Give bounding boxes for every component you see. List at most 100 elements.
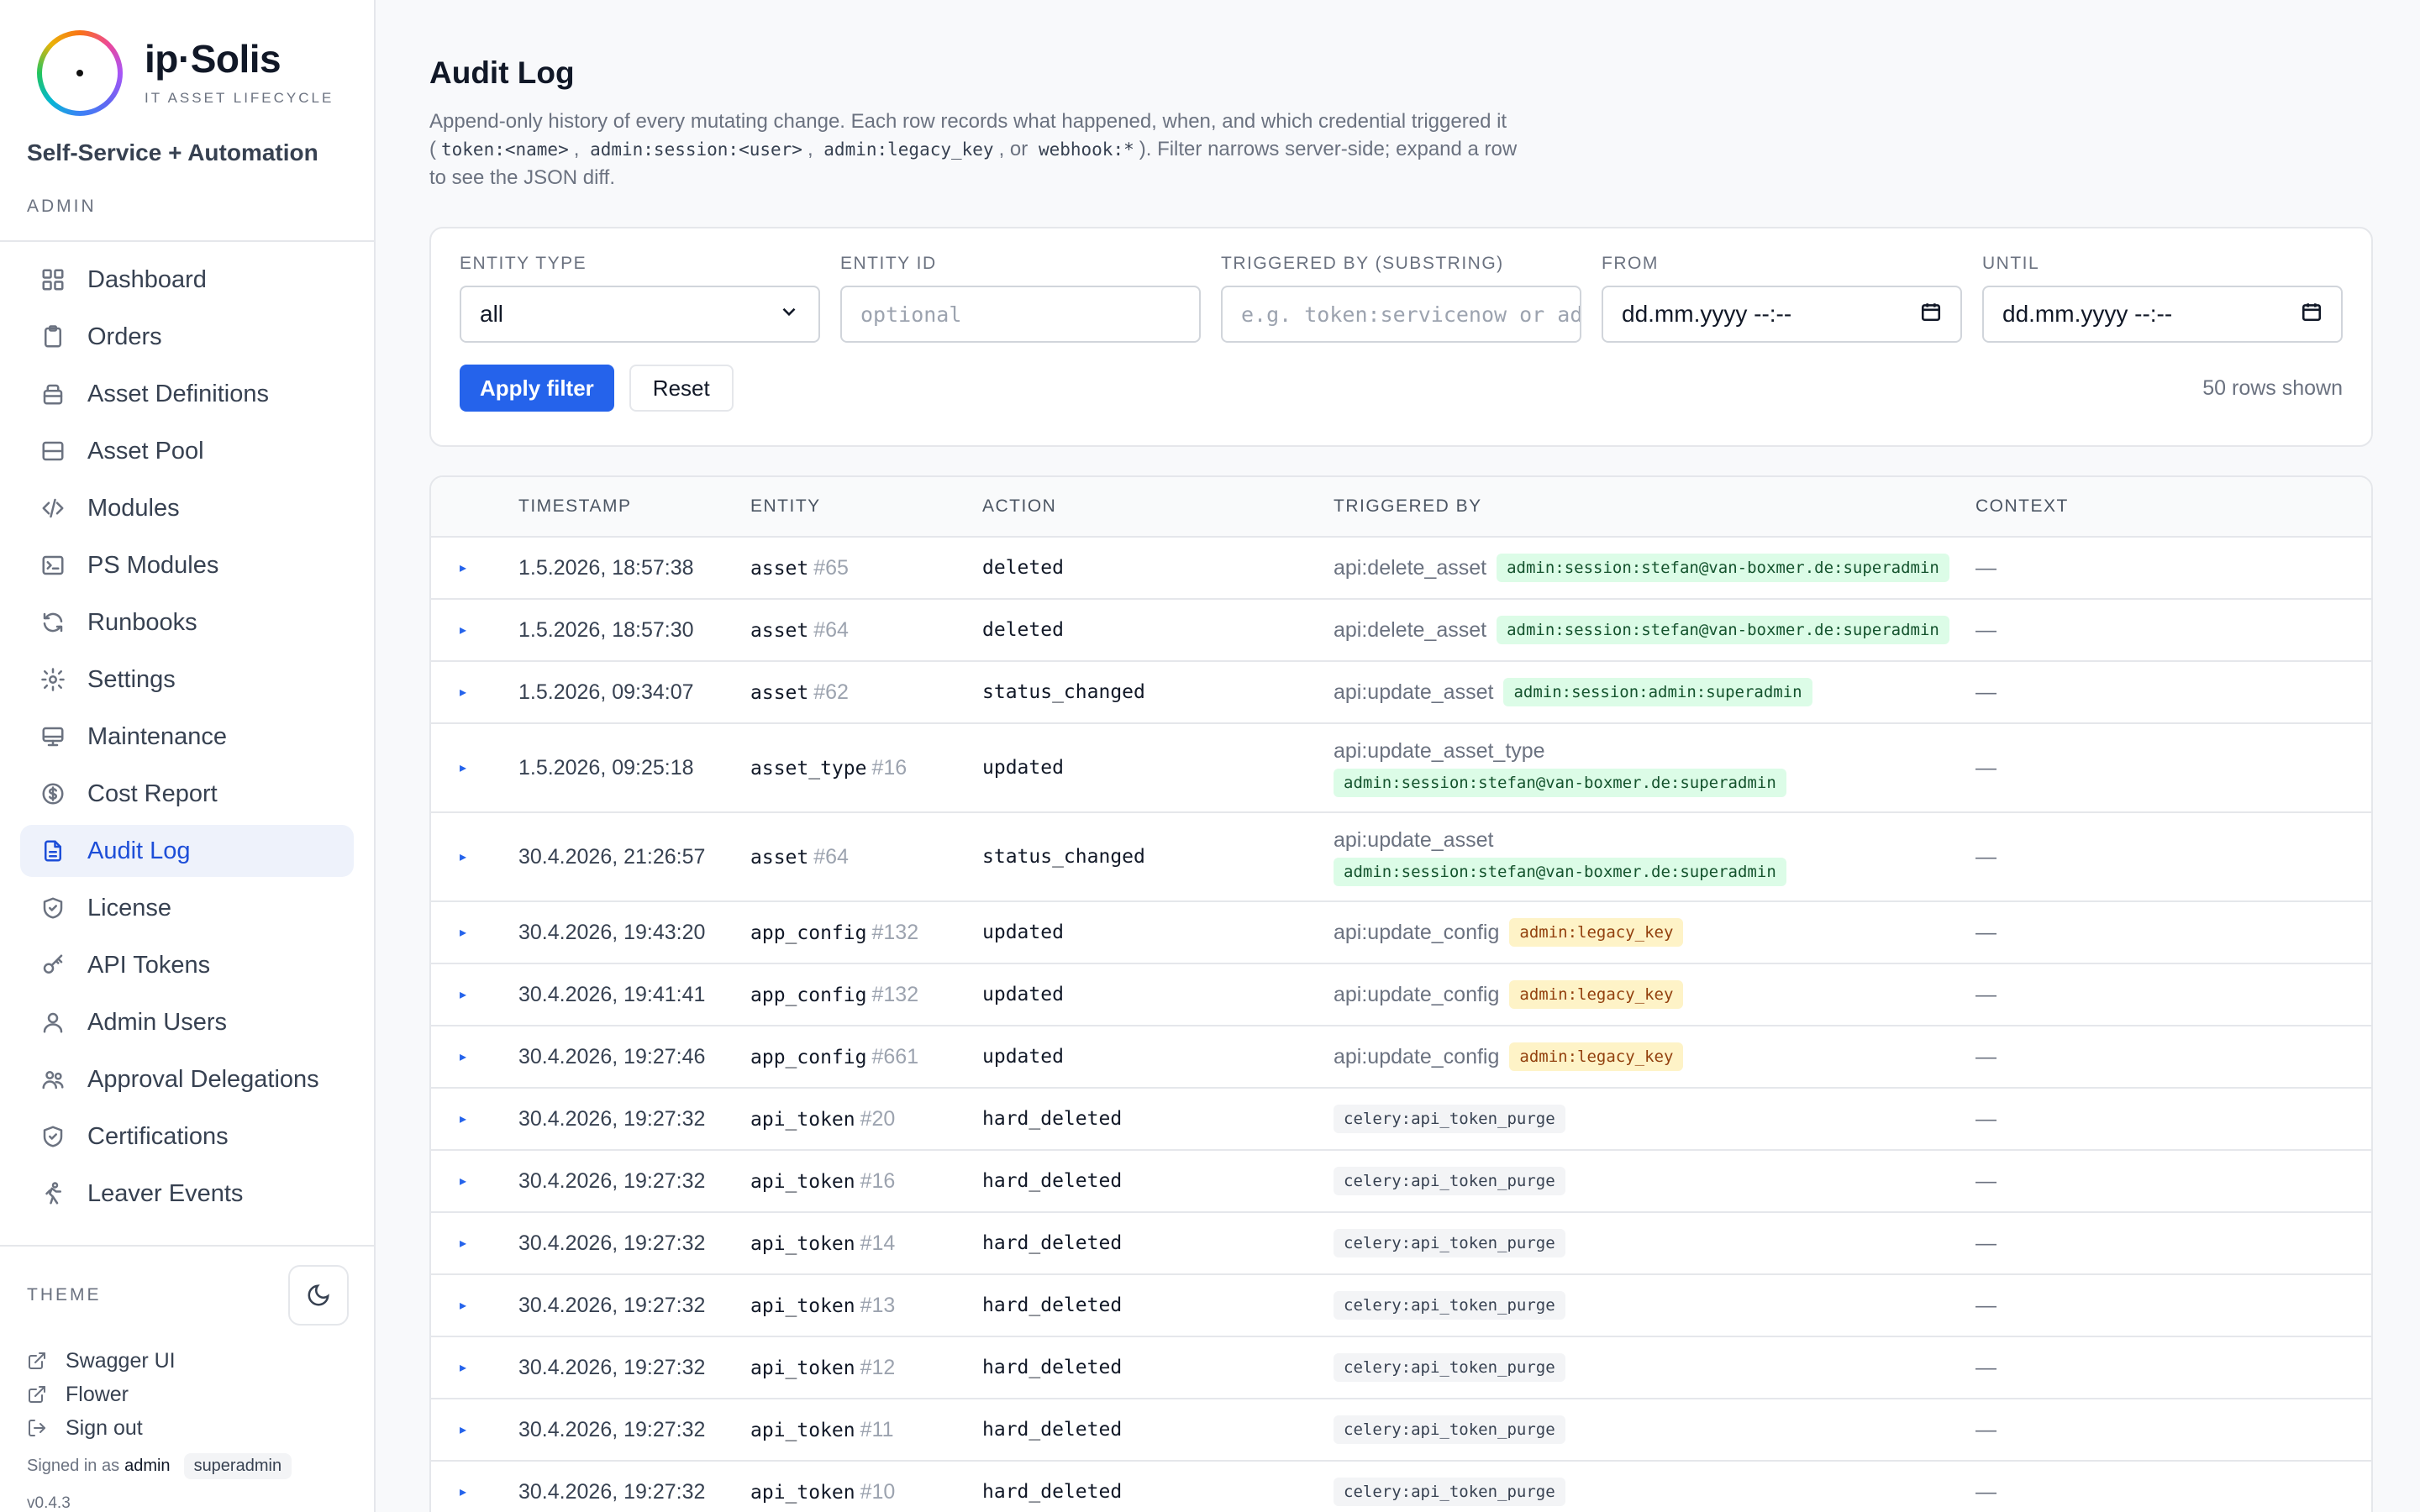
- apply-filter-button[interactable]: Apply filter: [460, 365, 614, 412]
- cell-timestamp: 1.5.2026, 18:57:30: [518, 617, 694, 642]
- sidebar-item-dashboard[interactable]: Dashboard: [20, 254, 354, 306]
- sidebar-item-approval-delegations[interactable]: Approval Delegations: [20, 1053, 354, 1105]
- cell-entity-id: #661: [871, 1044, 919, 1068]
- expand-caret-icon[interactable]: ▸: [460, 1423, 466, 1437]
- sidebar-item-audit-log[interactable]: Audit Log: [20, 825, 354, 877]
- sidebar-item-admin-users[interactable]: Admin Users: [20, 996, 354, 1048]
- expand-caret-icon[interactable]: ▸: [460, 1174, 466, 1189]
- expand-caret-icon[interactable]: ▸: [460, 1485, 466, 1499]
- sidebar-item-settings[interactable]: Settings: [20, 654, 354, 706]
- table-row[interactable]: ▸ 1.5.2026, 09:25:18 asset_type #16 updated a…: [431, 724, 2371, 813]
- cell-action: hard_deleted: [982, 1232, 1123, 1254]
- triggered-by-label: TRIGGERED BY (SUBSTRING): [1221, 254, 1504, 273]
- cell-entity-id: #13: [860, 1293, 896, 1317]
- table-row[interactable]: ▸ 30.4.2026, 19:27:32 api_token #16 hard_del…: [431, 1151, 2371, 1213]
- cell-timestamp: 30.4.2026, 21:26:57: [518, 844, 706, 869]
- table-row[interactable]: ▸ 30.4.2026, 19:27:32 api_token #20 hard_del…: [431, 1089, 2371, 1151]
- cell-entity: asset: [750, 681, 809, 704]
- external-link-icon: [29, 1352, 45, 1369]
- table-row[interactable]: ▸ 30.4.2026, 19:41:41 app_config #132 update…: [431, 964, 2371, 1026]
- cell-entity: app_config: [750, 1046, 867, 1068]
- entity-type-select[interactable]: all: [460, 286, 820, 343]
- table-row[interactable]: ▸ 1.5.2026, 09:34:07 asset #62 status_change…: [431, 662, 2371, 724]
- cell-entity: asset: [750, 619, 809, 642]
- column-header-context[interactable]: CONTEXT: [1975, 496, 2371, 517]
- table-row[interactable]: ▸ 30.4.2026, 19:27:32 api_token #11 hard_del…: [431, 1399, 2371, 1462]
- expand-caret-icon[interactable]: ▸: [460, 1112, 466, 1126]
- reset-button[interactable]: Reset: [629, 365, 734, 412]
- role-label: ADMIN: [27, 197, 97, 216]
- theme-toggle-button[interactable]: [288, 1265, 349, 1326]
- sidebar-item-asset-definitions[interactable]: Asset Definitions: [20, 368, 354, 420]
- sidebar-item-leaver-events[interactable]: Leaver Events: [20, 1168, 354, 1220]
- column-header-entity[interactable]: ENTITY: [750, 496, 982, 517]
- column-header-action[interactable]: ACTION: [982, 496, 1334, 517]
- table-row[interactable]: ▸ 30.4.2026, 19:27:46 app_config #661 update…: [431, 1026, 2371, 1089]
- cell-entity-id: #16: [860, 1168, 896, 1193]
- expand-caret-icon[interactable]: ▸: [460, 1299, 466, 1313]
- sidebar-item-modules[interactable]: Modules: [20, 482, 354, 534]
- cell-timestamp: 1.5.2026, 09:34:07: [518, 680, 694, 704]
- cell-entity: api_token: [750, 1294, 855, 1317]
- triggered-by-input[interactable]: e.g. token:servicenow or admin: [1221, 286, 1581, 343]
- sidebar-item-certifications[interactable]: Certifications: [20, 1110, 354, 1163]
- desc-code-legacy: admin:legacy_key: [823, 139, 994, 160]
- expand-caret-icon[interactable]: ▸: [460, 988, 466, 1002]
- sign-out-link[interactable]: Sign out: [27, 1411, 347, 1445]
- until-value: dd.mm.yyyy --:--: [2002, 301, 2173, 327]
- flower-label: Flower: [66, 1382, 129, 1406]
- calendar-icon[interactable]: [2301, 301, 2323, 328]
- cell-context: —: [1975, 844, 1996, 869]
- expand-caret-icon[interactable]: ▸: [460, 561, 466, 575]
- cell-context: —: [1975, 617, 1996, 642]
- cell-context: —: [1975, 982, 1996, 1006]
- sidebar-item-runbooks[interactable]: Runbooks: [20, 596, 354, 648]
- sidebar-item-ps-modules[interactable]: PS Modules: [20, 539, 354, 591]
- sidebar-item-asset-pool[interactable]: Asset Pool: [20, 425, 354, 477]
- entity-id-input[interactable]: optional: [840, 286, 1201, 343]
- page-description: Append-only history of every mutating ch…: [429, 108, 1522, 192]
- expand-caret-icon[interactable]: ▸: [460, 1361, 466, 1375]
- sidebar-item-license[interactable]: License: [20, 882, 354, 934]
- table-row[interactable]: ▸ 30.4.2026, 19:27:32 api_token #14 hard_del…: [431, 1213, 2371, 1275]
- table-body: ▸ 1.5.2026, 18:57:38 asset #65 deleted api:de…: [431, 538, 2371, 1512]
- table-row[interactable]: ▸ 30.4.2026, 19:43:20 app_config #132 update…: [431, 902, 2371, 964]
- expand-caret-icon[interactable]: ▸: [460, 761, 466, 775]
- until-datetime-input[interactable]: dd.mm.yyyy --:--: [1982, 286, 2343, 343]
- sidebar-item-cost-report[interactable]: Cost Report: [20, 768, 354, 820]
- from-label: FROM: [1602, 254, 1659, 273]
- sidebar-item-orders[interactable]: Orders: [20, 311, 354, 363]
- calendar-icon[interactable]: [1920, 301, 1942, 328]
- expand-caret-icon[interactable]: ▸: [460, 1236, 466, 1251]
- sidebar-item-api-tokens[interactable]: API Tokens: [20, 939, 354, 991]
- cell-context: —: [1975, 1168, 1996, 1193]
- sidebar: ip·Solis IT ASSET LIFECYCLE Self-Service…: [0, 0, 376, 1512]
- expand-caret-icon[interactable]: ▸: [460, 926, 466, 940]
- expand-caret-icon[interactable]: ▸: [460, 1050, 466, 1064]
- sidebar-item-label: Leaver Events: [87, 1179, 244, 1207]
- table-row[interactable]: ▸ 1.5.2026, 18:57:30 asset #64 deleted api:de…: [431, 600, 2371, 662]
- expand-caret-icon[interactable]: ▸: [460, 623, 466, 638]
- expand-caret-icon[interactable]: ▸: [460, 850, 466, 864]
- from-datetime-input[interactable]: dd.mm.yyyy --:--: [1602, 286, 1962, 343]
- table-row[interactable]: ▸ 30.4.2026, 19:27:32 api_token #12 hard_del…: [431, 1337, 2371, 1399]
- expand-caret-icon[interactable]: ▸: [460, 685, 466, 700]
- cell-context: —: [1975, 920, 1996, 944]
- table-row[interactable]: ▸ 30.4.2026, 19:27:32 api_token #10 hard_del…: [431, 1462, 2371, 1512]
- sidebar-item-maintenance[interactable]: Maintenance: [20, 711, 354, 763]
- clipboard-icon: [40, 324, 66, 349]
- table-row[interactable]: ▸ 30.4.2026, 19:27:32 api_token #13 hard_del…: [431, 1275, 2371, 1337]
- table-row[interactable]: ▸ 30.4.2026, 21:26:57 asset #64 status_chang…: [431, 813, 2371, 902]
- swagger-ui-link[interactable]: Swagger UI: [27, 1344, 347, 1378]
- flower-link[interactable]: Flower: [27, 1378, 347, 1411]
- from-value: dd.mm.yyyy --:--: [1622, 301, 1792, 327]
- cell-triggered-by: celery:api_token_purge: [1334, 1167, 1975, 1195]
- logo-icon: [37, 30, 123, 116]
- table-row[interactable]: ▸ 1.5.2026, 18:57:38 asset #65 deleted api:de…: [431, 538, 2371, 600]
- cell-action: updated: [982, 921, 1064, 943]
- column-header-timestamp[interactable]: TIMESTAMP: [518, 496, 750, 517]
- cell-entity-id: #64: [813, 844, 849, 869]
- entity-type-value: all: [480, 301, 504, 327]
- cell-triggered-by: api:update_asset admin:session:stefan@van…: [1334, 828, 1975, 886]
- column-header-triggered-by[interactable]: TRIGGERED BY: [1334, 496, 1975, 517]
